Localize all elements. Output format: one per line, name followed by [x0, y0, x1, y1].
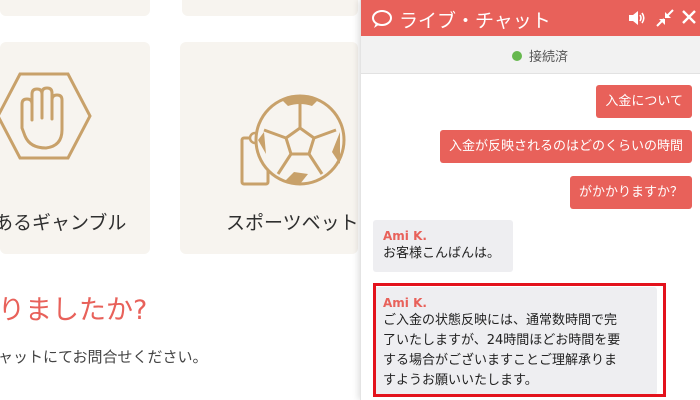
close-icon[interactable]	[681, 9, 697, 25]
hand-stop-hexagon-icon	[0, 72, 92, 160]
faq-subtitle: ャットにてお問合せください。	[0, 348, 208, 366]
highlight-box	[373, 283, 666, 397]
speech-bubble-icon	[372, 10, 392, 28]
message-line: お客様こんばんは。	[383, 246, 501, 261]
sound-icon[interactable]	[627, 9, 647, 27]
faq-title: りましたか?	[0, 295, 148, 326]
soccer-ball-ticket-icon	[240, 94, 346, 186]
connection-status-text: 接続済	[529, 50, 569, 65]
status-dot-icon	[512, 51, 522, 61]
minimize-icon[interactable]	[655, 9, 675, 27]
chat-title: ライブ・チャット	[399, 10, 551, 32]
message-sender: Ami K.	[383, 229, 427, 243]
incoming-message: Ami K. お客様こんばんは。	[373, 220, 513, 272]
outgoing-message: 入金について	[596, 85, 692, 118]
outgoing-message: がかかりますか？	[569, 176, 692, 209]
top-category-card[interactable]	[0, 0, 150, 16]
connection-status-bar: 接続済	[361, 36, 700, 74]
category-label-gamble: あるギャンブル	[0, 212, 127, 234]
top-category-card[interactable]	[182, 0, 358, 16]
category-label-sports-bet: スポーツベット	[226, 212, 359, 234]
chat-header: ライブ・チャット	[361, 0, 700, 36]
outgoing-message: 入金が反映されるのはどのくらいの時間	[439, 130, 692, 163]
